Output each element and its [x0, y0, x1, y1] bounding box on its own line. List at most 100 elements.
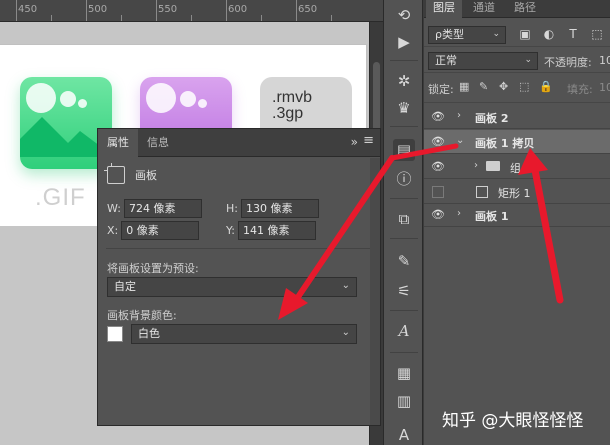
artboard-icon [104, 163, 125, 184]
collapse-icon[interactable]: » [351, 135, 358, 149]
video-file-label: .rmvb .3gp [272, 90, 312, 122]
type-filter-icon[interactable]: T [566, 27, 580, 41]
height-field[interactable]: 130 像素 [240, 199, 319, 218]
layer-row[interactable]: 矩形 1 [424, 180, 610, 204]
ruler-tick [226, 0, 227, 21]
tool-divider [390, 310, 418, 311]
character-styles-icon[interactable]: A [393, 424, 415, 445]
adjustment-filter-icon[interactable]: ◐ [542, 27, 556, 41]
ruler-tick [296, 0, 297, 21]
layers-tab-bar: 图层 通道 路径 [424, 0, 610, 18]
properties-type-header: 画板 [104, 163, 157, 185]
tool-divider [390, 60, 418, 61]
ruler-tick [156, 0, 157, 21]
width-field[interactable]: 724 像素 [123, 199, 202, 218]
chevron-right-icon[interactable]: › [457, 208, 461, 219]
eye-icon[interactable]: 👁 [431, 135, 445, 149]
properties-scrollbar[interactable] [370, 158, 380, 425]
eye-icon[interactable]: 👁 [431, 208, 445, 222]
layer-name: 矩形 1 [498, 187, 531, 200]
color-swatch[interactable] [107, 326, 123, 342]
ruler-tick [16, 0, 17, 21]
clone-source-icon[interactable]: ⧉ [393, 208, 415, 230]
circle-shape [146, 83, 176, 113]
visibility-toggle[interactable] [432, 186, 444, 198]
y-label: Y: [226, 224, 235, 237]
image-filter-icon[interactable]: ▣ [518, 27, 532, 41]
watermark: 知乎 @大眼怪怪怪 [442, 411, 584, 431]
history-icon[interactable]: ⟲ [393, 4, 415, 26]
tool-presets-icon[interactable]: ✎ [393, 250, 415, 272]
adjustments-icon[interactable]: ⚟ [393, 280, 415, 302]
width-label: W: [107, 202, 121, 215]
lock-pixels-icon[interactable]: ✎ [479, 80, 488, 93]
info-icon[interactable]: ⓘ [393, 168, 415, 190]
brush-settings-icon[interactable]: ✲ [393, 70, 415, 92]
rmvb-text: .rmvb [272, 89, 312, 106]
properties-panel: 属性 信息 » ≡ 画板 W: 724 像素 H: 130 像素 X: 0 像素… [97, 128, 381, 426]
chevron-down-icon[interactable]: ⌄ [456, 135, 464, 146]
gif-label: .GIF [35, 184, 86, 211]
eye-icon[interactable]: 👁 [431, 160, 445, 174]
tool-divider [390, 126, 418, 127]
lock-row: 锁定: ▦ ✎ ✥ ⬚ 🔒 填充: 10 [424, 75, 610, 103]
tab-channels[interactable]: 通道 [466, 0, 502, 18]
horizontal-ruler: 450 500 550 600 650 [0, 0, 383, 22]
paragraph-styles-icon[interactable]: ▥ [393, 390, 415, 412]
panel-menu-icon[interactable]: ≡ [363, 133, 374, 148]
layers-panel: 图层 通道 路径 ρ类型 ⌄ ▣ ◐ T ⬚ 正常 ⌄ 不透明度: 10 锁定:… [424, 0, 610, 445]
circle-shape [198, 99, 207, 108]
tools-column: ⟲ ▶ ✲ ♛ ▤ ⓘ ⧉ ✎ ⚟ A ▦ ▥ A [383, 0, 423, 445]
chevron-right-icon[interactable]: › [457, 110, 461, 121]
type-label: 画板 [135, 169, 157, 182]
blend-mode-select[interactable]: 正常 ⌄ [428, 52, 538, 70]
circle-shape [180, 91, 196, 107]
chevron-right-icon[interactable]: › [474, 160, 478, 171]
height-row: H: 130 像素 [226, 199, 319, 218]
layer-row[interactable]: 👁 › 组 [424, 155, 610, 179]
tool-divider [390, 198, 418, 199]
shape-filter-icon[interactable]: ⬚ [590, 27, 604, 41]
ruler-tick [191, 15, 192, 21]
layer-name: 画板 1 [475, 210, 509, 223]
x-field[interactable]: 0 像素 [121, 221, 200, 240]
tab-layers[interactable]: 图层 [426, 0, 462, 18]
lock-all-icon[interactable]: 🔒 [539, 80, 553, 93]
ruler-tick [51, 15, 52, 21]
character-icon[interactable]: A [393, 320, 415, 342]
folder-icon [486, 161, 500, 171]
bg-color-dropdown[interactable]: 白色 ⌄ [131, 324, 357, 344]
brushes-icon[interactable]: ♛ [393, 97, 415, 119]
bg-color-label: 画板背景颜色: [107, 309, 177, 322]
layer-row[interactable]: 👁 ⌄ 画板 1 拷贝 [424, 130, 610, 154]
lock-label: 锁定: [428, 83, 454, 96]
fill-label: 填充: [567, 83, 593, 96]
preset-dropdown[interactable]: 自定 ⌄ [107, 277, 357, 297]
play-icon[interactable]: ▶ [393, 31, 415, 53]
filter-kind-select[interactable]: ρ类型 ⌄ [428, 26, 506, 44]
notes-icon[interactable]: ▦ [393, 362, 415, 384]
eye-icon[interactable]: 👁 [431, 110, 445, 124]
properties-icon[interactable]: ▤ [393, 139, 415, 161]
tab-info[interactable]: 信息 [138, 129, 178, 157]
layer-filter-row: ρ类型 ⌄ [424, 23, 610, 47]
ruler-tick [261, 15, 262, 21]
lock-artboard-icon[interactable]: ⬚ [519, 80, 529, 93]
y-field[interactable]: 141 像素 [237, 221, 316, 240]
layer-row[interactable]: 👁 › 画板 1 [424, 203, 610, 227]
layer-row[interactable]: 👁 › 画板 2 [424, 105, 610, 129]
fill-value[interactable]: 10 [599, 81, 610, 94]
x-row: X: 0 像素 [107, 221, 200, 240]
height-label: H: [226, 202, 238, 215]
ruler-tick-label: 650 [298, 4, 318, 15]
opacity-value[interactable]: 10 [599, 54, 610, 67]
lock-position-icon[interactable]: ✥ [499, 80, 508, 93]
tab-paths[interactable]: 路径 [507, 0, 543, 18]
ruler-tick-label: 600 [228, 4, 248, 15]
preset-label: 将画板设置为预设: [107, 262, 199, 275]
width-row: W: 724 像素 [107, 199, 202, 218]
tab-properties[interactable]: 属性 [98, 129, 138, 157]
chevron-down-icon: ⌄ [341, 327, 350, 338]
properties-tab-bar: 属性 信息 » ≡ [98, 129, 380, 157]
lock-transparent-icon[interactable]: ▦ [459, 80, 469, 93]
